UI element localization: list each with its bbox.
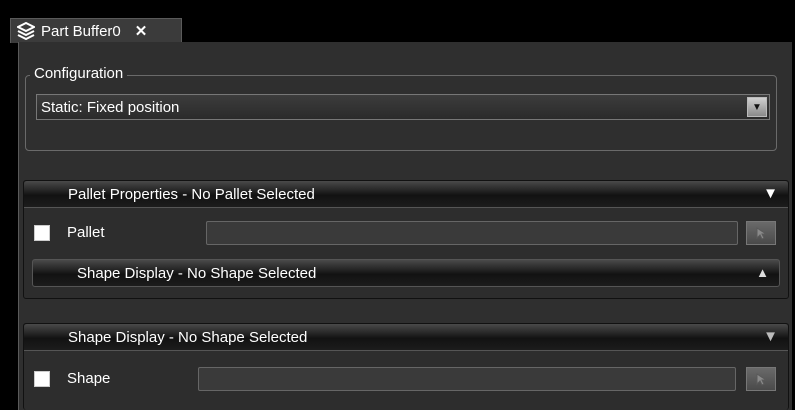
shape-display-header[interactable]: Shape Display - No Shape Selected ▼ xyxy=(24,324,788,351)
pallet-properties-title: Pallet Properties - No Pallet Selected xyxy=(68,186,315,203)
tab-title: Part Buffer0 xyxy=(41,22,121,40)
pallet-field[interactable] xyxy=(206,221,738,245)
chevron-down-icon[interactable]: ▼ xyxy=(747,97,767,117)
pallet-shape-display-header[interactable]: Shape Display - No Shape Selected ▲ xyxy=(32,259,780,287)
configuration-selected-value: Static: Fixed position xyxy=(41,99,180,116)
shape-row: Shape xyxy=(24,364,788,394)
shape-label: Shape xyxy=(67,370,111,387)
configuration-legend: Configuration xyxy=(30,65,128,82)
layers-icon xyxy=(17,22,35,40)
pallet-shape-display-title: Shape Display - No Shape Selected xyxy=(77,265,317,282)
pallet-row: Pallet xyxy=(24,218,788,248)
pick-pointer-icon xyxy=(756,227,768,240)
shape-field[interactable] xyxy=(198,367,736,391)
properties-panel: Configuration Static: Fixed position ▼ P… xyxy=(18,42,792,410)
pick-pointer-icon xyxy=(756,373,768,386)
shape-checkbox[interactable] xyxy=(34,371,50,387)
pallet-properties-section: Pallet Properties - No Pallet Selected ▼… xyxy=(23,180,789,299)
configuration-group: Configuration Static: Fixed position ▼ xyxy=(25,65,777,151)
tab-part-buffer[interactable]: Part Buffer0 ✕ xyxy=(10,18,182,43)
pallet-label: Pallet xyxy=(67,224,105,241)
collapse-chevron-icon[interactable]: ▼ xyxy=(763,328,778,345)
configuration-dropdown[interactable]: Static: Fixed position ▼ xyxy=(36,94,770,120)
pallet-checkbox[interactable] xyxy=(34,225,50,241)
shape-display-title: Shape Display - No Shape Selected xyxy=(68,329,308,346)
collapse-chevron-icon[interactable]: ▼ xyxy=(763,185,778,202)
pallet-properties-header[interactable]: Pallet Properties - No Pallet Selected ▼ xyxy=(24,181,788,208)
shape-display-section: Shape Display - No Shape Selected ▼ Shap… xyxy=(23,323,789,410)
expand-chevron-icon[interactable]: ▲ xyxy=(756,265,769,280)
close-icon[interactable]: ✕ xyxy=(135,22,148,40)
pallet-pick-button[interactable] xyxy=(746,221,776,245)
shape-pick-button[interactable] xyxy=(746,367,776,391)
tab-strip: Part Buffer0 ✕ xyxy=(0,0,795,43)
